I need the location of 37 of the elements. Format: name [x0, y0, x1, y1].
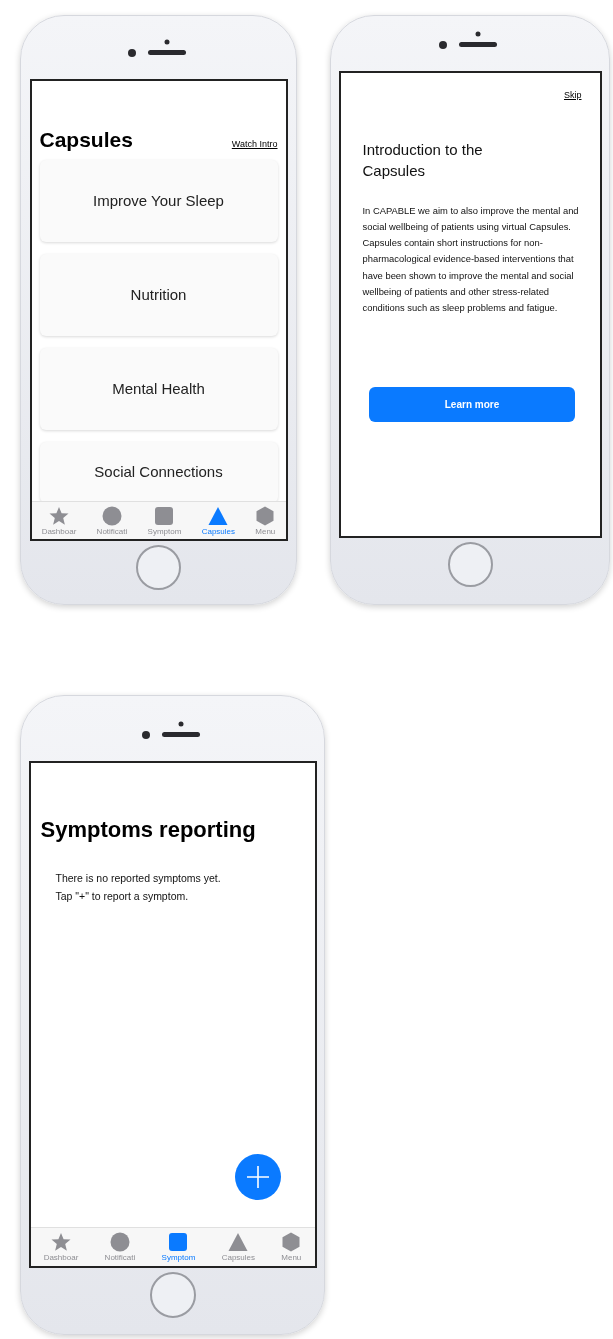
circle-icon	[109, 1232, 130, 1252]
capsule-card[interactable]: Improve Your Sleep	[39, 160, 278, 243]
learn-more-button[interactable]: Learn more	[369, 386, 575, 422]
star-icon	[49, 505, 69, 526]
capsule-card[interactable]: Social Connections	[39, 442, 278, 503]
add-button[interactable]	[234, 1154, 281, 1200]
home-button[interactable]	[136, 545, 181, 590]
hexagon-icon	[281, 1232, 302, 1252]
tab-item[interactable]: Capsules	[221, 1232, 255, 1262]
page-title: Symptoms reporting	[40, 817, 257, 844]
tab-item[interactable]: Notificati	[104, 1232, 136, 1262]
watch-intro-link[interactable]: Watch Intro	[231, 138, 278, 152]
square-icon	[154, 505, 175, 526]
tab-item[interactable]: Menu	[255, 505, 276, 536]
triangle-icon	[208, 505, 229, 526]
capsule-card[interactable]: Nutrition	[39, 254, 278, 337]
home-button[interactable]	[447, 542, 493, 587]
triangle-icon	[228, 1232, 249, 1252]
tab-item[interactable]: Dashboar	[43, 1232, 79, 1262]
tab-item[interactable]: Menu	[281, 1232, 302, 1262]
star-icon	[51, 1232, 71, 1252]
intro-paragraph: In CAPABLE we aim to also improve the mental and social wellbeing of patients using virtual Capsules. Capsules contain short instructions for non-pharmacological evidence-based interventions that have been shown to improve the mental and social wellbeing of patients and other stress-related conditions such as sleep problems and fatigue.	[362, 203, 580, 316]
tab-item[interactable]: Capsules	[201, 505, 235, 536]
tab-item[interactable]: Symptom	[147, 505, 182, 536]
home-button[interactable]	[149, 1272, 196, 1318]
tab-item[interactable]: Notificati	[96, 505, 128, 536]
intro-title: Introduction to the Capsules	[362, 139, 484, 181]
capsule-card[interactable]: Mental Health	[39, 348, 278, 431]
plus-icon	[244, 1164, 271, 1190]
skip-link[interactable]: Skip	[564, 89, 582, 103]
square-icon	[168, 1232, 189, 1252]
page-title: Capsules	[39, 127, 133, 153]
hexagon-icon	[255, 505, 276, 526]
circle-icon	[101, 505, 122, 526]
tab-item[interactable]: Dashboar	[41, 505, 77, 536]
tab-item[interactable]: Symptom	[161, 1232, 196, 1262]
empty-message: There is no reported symptoms yet. Tap "+" to report a symptom.	[55, 871, 222, 905]
